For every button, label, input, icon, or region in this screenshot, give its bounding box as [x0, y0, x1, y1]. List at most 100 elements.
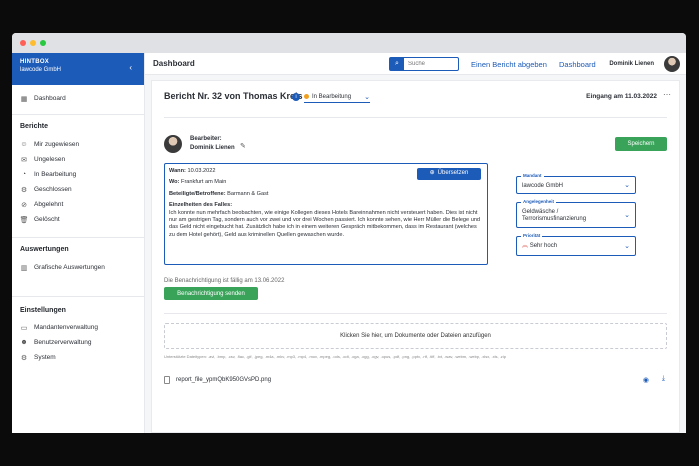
translate-icon: ⊕: [429, 170, 435, 177]
translate-label: Übersetzen: [437, 170, 469, 177]
sidebar-item-label: In Bearbeitung: [34, 171, 77, 178]
brand-name: HINTBOX: [20, 59, 50, 65]
sidebar-item-label: Abgelehnt: [34, 201, 64, 208]
sidebar-item-ungelesen[interactable]: ✉ Ungelesen: [12, 152, 144, 167]
report-card: Bericht Nr. 32 von Thomas Kreis i In Bea…: [151, 80, 680, 433]
mail-icon: ✉: [21, 156, 27, 164]
sidebar-item-label: Geschlossen: [34, 186, 72, 193]
sidebar-item-mandantenverwaltung[interactable]: ▭ Mandantenverwaltung: [12, 320, 144, 335]
sidebar-item-label: Ungelesen: [34, 156, 66, 163]
chevron-down-icon: ⌄: [624, 212, 630, 219]
involved-value: Barmann & Gast: [227, 190, 269, 197]
supported-file-types: Unterstützte Dateitypen: .avi, .bmp, .cs…: [164, 354, 506, 359]
notification-due-text: Die Benachrichtigung ist fällig am 13.06…: [164, 278, 285, 284]
details-label: Einzelheiten des Falles:: [169, 202, 233, 209]
save-button[interactable]: Speichern: [615, 137, 667, 151]
priority-high-icon: ︽: [522, 243, 529, 249]
avatar[interactable]: [664, 56, 680, 72]
sidebar-item-benutzerverwaltung[interactable]: ☻ Benutzerverwaltung: [12, 335, 144, 350]
status-dot-icon: [304, 94, 309, 99]
sidebar-item-system[interactable]: ⚙ System: [12, 350, 144, 365]
sidebar-item-label: Mandantenverwaltung: [34, 324, 98, 331]
sidebar-item-grafische-auswertungen[interactable]: ▥ Grafische Auswertungen: [12, 260, 144, 275]
download-icon[interactable]: ⤓: [662, 375, 665, 383]
search-box[interactable]: ⌕: [389, 57, 459, 71]
gear-icon: ⚙: [20, 186, 28, 194]
section-auswertungen: Auswertungen: [20, 246, 69, 253]
status-dropdown[interactable]: In Bearbeitung ⌄: [304, 91, 370, 103]
header-divider: [164, 117, 667, 118]
minimize-window-icon[interactable]: [30, 40, 36, 46]
received-date: Eingang am 11.03.2022: [586, 93, 657, 100]
involved-label: Beteiligte/Betroffene:: [169, 190, 226, 197]
chevron-down-icon: ⌄: [364, 93, 370, 101]
dashboard-icon: ▦: [20, 95, 28, 103]
view-eye-icon[interactable]: ◉: [643, 376, 649, 384]
when-value: 10.03.2022: [187, 168, 216, 174]
sidebar-item-in-bearbeitung[interactable]: ◔ In Bearbeitung: [12, 167, 144, 182]
file-name: report_file_ypmQbK950GVsPD.png: [176, 377, 272, 383]
chart-icon: ▥: [20, 264, 28, 272]
gear-icon: ⚙: [20, 354, 28, 362]
attached-file[interactable]: report_file_ypmQbK950GVsPD.png: [164, 376, 271, 384]
drop-zone-text: Klicken Sie hier, um Dokumente oder Date…: [340, 333, 491, 339]
angelegenheit-value: Geldwäsche / Terrorismusfinanzierung: [522, 209, 587, 222]
report-text-box[interactable]: ⊕ Übersetzen Wann: 10.03.2022 Wo: Frankf…: [164, 163, 488, 265]
translate-button[interactable]: ⊕ Übersetzen: [417, 168, 481, 180]
section-einstellungen: Einstellungen: [20, 307, 66, 314]
more-options-icon[interactable]: ⋯: [663, 90, 671, 99]
collapse-sidebar-icon[interactable]: ‹: [129, 63, 132, 72]
involved-line: Beteiligte/Betroffene: Barmann & Gast: [169, 191, 483, 198]
sidebar-item-geschlossen[interactable]: ⚙ Geschlossen: [12, 182, 144, 197]
where-line: Wo: Frankfurt am Main: [169, 179, 483, 186]
file-drop-zone[interactable]: Klicken Sie hier, um Dokumente oder Date…: [164, 323, 667, 349]
progress-icon: ◔: [21, 171, 27, 178]
info-icon[interactable]: i: [292, 93, 300, 101]
sidebar-item-mir-zugewiesen[interactable]: ☺ Mir zugewiesen: [12, 137, 144, 152]
folder-icon: ▭: [20, 324, 28, 332]
sidebar-item-label: Grafische Auswertungen: [34, 264, 105, 271]
section-berichte: Berichte: [20, 123, 49, 130]
mandant-select[interactable]: Mandant lawcode GmbH ⌄: [516, 173, 636, 194]
edit-pencil-icon[interactable]: ✎: [240, 142, 246, 150]
chevron-down-icon: ⌄: [624, 243, 630, 250]
main-area: Dashboard ⌕ Einen Bericht abgeben Dashbo…: [145, 53, 686, 433]
sidebar: HINTBOX lawcode GmbH ‹ ▦ Dashboard Beric…: [12, 53, 145, 433]
details-text: Ich konnte nun mehrfach beobachten, wie …: [169, 209, 481, 238]
browser-chrome: [12, 33, 686, 53]
brand-header: HINTBOX lawcode GmbH ‹: [12, 53, 144, 85]
status-value: In Bearbeitung: [312, 93, 352, 100]
mandant-label: Mandant: [521, 173, 544, 178]
maximize-window-icon[interactable]: [40, 40, 46, 46]
angelegenheit-select[interactable]: Angelegenheit Geldwäsche / Terrorismusfi…: [516, 199, 636, 228]
sidebar-item-label: Dashboard: [34, 95, 66, 102]
editor-name: Dominik Lienen: [190, 145, 235, 151]
send-notification-button[interactable]: Benachrichtigung senden: [164, 287, 258, 300]
sidebar-item-geloescht[interactable]: 🗑 Gelöscht: [12, 212, 144, 227]
prioritaet-select[interactable]: Priorität ︽ Sehr hoch ⌄: [516, 233, 636, 256]
prioritaet-value: Sehr hoch: [529, 243, 558, 249]
sidebar-item-abgelehnt[interactable]: ⊘ Abgelehnt: [12, 197, 144, 212]
user-name[interactable]: Dominik Lienen: [609, 61, 654, 67]
trash-icon: 🗑: [19, 216, 29, 224]
section-divider: [164, 313, 667, 314]
chevron-down-icon: ⌄: [624, 182, 630, 189]
where-label: Wo:: [169, 179, 180, 186]
page-title: Dashboard: [153, 59, 195, 68]
close-window-icon[interactable]: [20, 40, 26, 46]
sidebar-item-label: Gelöscht: [34, 216, 60, 223]
file-icon: [164, 376, 170, 384]
search-icon[interactable]: ⌕: [390, 58, 404, 70]
person-icon: ☺: [20, 141, 28, 148]
sidebar-item-dashboard[interactable]: ▦ Dashboard: [12, 91, 144, 106]
sidebar-item-label: Benutzerverwaltung: [34, 339, 92, 346]
when-label: Wann:: [169, 168, 186, 174]
reject-icon: ⊘: [21, 201, 27, 209]
sidebar-item-label: Mir zugewiesen: [34, 141, 80, 148]
prioritaet-label: Priorität: [521, 233, 543, 238]
dashboard-link[interactable]: Dashboard: [559, 60, 596, 69]
search-input[interactable]: [404, 58, 456, 70]
report-submit-link[interactable]: Einen Bericht abgeben: [471, 60, 547, 69]
where-value: Frankfurt am Main: [181, 179, 227, 186]
editor-avatar: [164, 135, 182, 153]
